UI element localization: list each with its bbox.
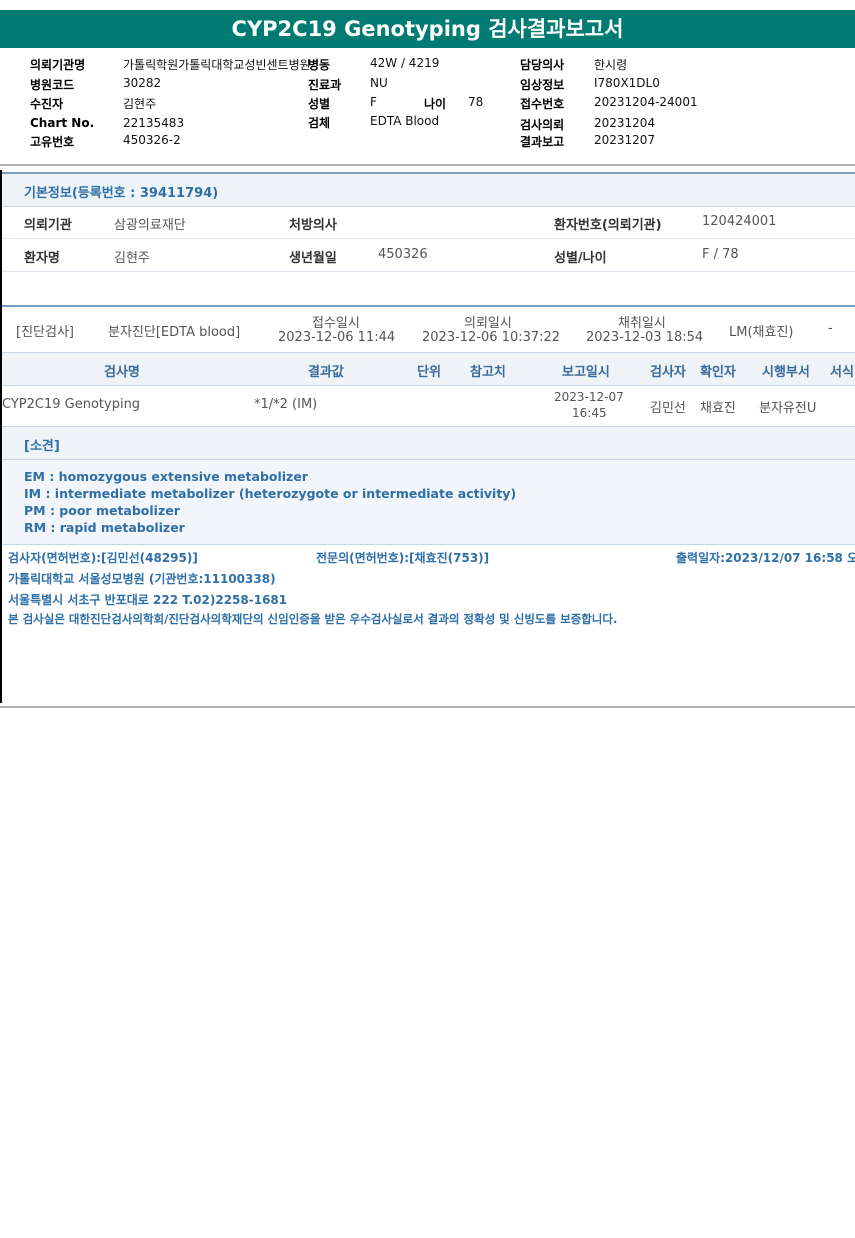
print-date: 출력일자:2023/12/07 16:58 오후	[676, 551, 855, 565]
column-header: 보고일시	[562, 365, 610, 380]
received-value: 2023-12-06 11:44	[278, 330, 396, 345]
column-header: 서식	[830, 365, 854, 380]
header-value: 78	[468, 95, 484, 109]
finding-line: RM : rapid metabolizer	[24, 520, 185, 535]
specialist-license: 전문의(면허번호):[채효진(753)]	[316, 551, 490, 565]
header-label: 임상정보	[520, 78, 565, 92]
tester: 김민선	[650, 401, 686, 416]
result-value: *1/*2 (IM)	[254, 397, 318, 412]
tester-license: 검사자(면허번호):[김민선(48295)]	[8, 551, 198, 565]
info-label: 의뢰기관	[24, 218, 72, 233]
info-label: 처방의사	[289, 218, 337, 233]
header-value: 20231204	[594, 116, 656, 130]
header-value: 가톨릭학원가톨릭대학교성빈센트병원	[123, 58, 311, 72]
info-label: 생년월일	[289, 251, 337, 266]
collected-label: 채취일시	[618, 316, 666, 331]
header-value: 20231204-24001	[594, 95, 698, 109]
header-value: F	[370, 95, 377, 109]
header-value: EDTA Blood	[370, 114, 440, 128]
info-value: 김현주	[114, 251, 150, 266]
column-header: 결과값	[308, 365, 344, 380]
table-row: CYP2C19 Genotyping *1/*2 (IM) 2023-12-07…	[2, 385, 855, 427]
department: 분자유전U	[759, 401, 817, 416]
header-label: 담당의사	[520, 58, 565, 72]
basic-info-row: 환자명 김현주 생년월일 450326 성별/나이 F / 78	[2, 239, 855, 272]
test-name: CYP2C19 Genotyping	[2, 397, 141, 412]
info-value: 삼광의료재단	[114, 218, 186, 233]
header-label: 검사의뢰	[520, 118, 565, 132]
finding-line: EM : homozygous extensive metabolizer	[24, 469, 308, 484]
header-info: 의뢰기관명 가톨릭학원가톨릭대학교성빈센트병원 병원코드 30282 수진자 김…	[0, 55, 855, 155]
hospital-address: 서울특별시 서초구 반포대로 222 T.02)2258-1681	[8, 593, 288, 607]
header-value: I780X1DL0	[594, 76, 660, 90]
divider	[0, 706, 855, 708]
column-header: 시행부서	[762, 365, 810, 380]
requested-label: 의뢰일시	[464, 316, 512, 331]
header-value: 22135483	[123, 116, 185, 130]
hospital-info: 가톨릭대학교 서울성모병원 (기관번호:11100338)	[8, 572, 276, 586]
column-header: 참고치	[470, 365, 506, 380]
report-time: 16:45	[572, 406, 607, 420]
info-label: 성별/나이	[554, 251, 607, 266]
header-value: 30282	[123, 76, 162, 90]
header-label: 고유번호	[30, 135, 75, 149]
findings-header: [소견]	[2, 427, 855, 460]
basic-info-title: 기본정보(등록번호 : 39411794)	[24, 186, 219, 201]
divider	[0, 164, 855, 166]
exam-category: [진단검사]	[16, 325, 74, 340]
header-label: Chart No.	[30, 116, 95, 130]
header-label: 병원코드	[30, 78, 75, 92]
report-date: 2023-12-07	[554, 390, 624, 404]
column-header: 확인자	[700, 365, 736, 380]
lm-name: LM(채효진)	[729, 325, 794, 340]
header-label: 검체	[308, 116, 331, 130]
column-header: 검사자	[650, 365, 686, 380]
result-table-header: 검사명 결과값 단위 참고치 보고일시 검사자 확인자 시행부서 서식	[2, 352, 855, 386]
info-label: 환자명	[24, 251, 60, 266]
column-header: 검사명	[104, 365, 140, 380]
header-value: 김현주	[123, 97, 157, 111]
header-label: 접수번호	[520, 97, 565, 111]
basic-info-header: 기본정보(등록번호 : 39411794)	[2, 172, 855, 207]
certification-note: 본 검사실은 대한진단검사의학회/진단검사의학재단의 신임인증을 받은 우수검사…	[8, 612, 618, 626]
header-value: 20231207	[594, 133, 656, 147]
header-label: 성별	[308, 97, 331, 111]
findings-title: [소견]	[24, 439, 60, 454]
info-value: 450326	[378, 247, 428, 262]
report-title: CYP2C19 Genotyping 검사결과보고서	[0, 10, 855, 48]
dash: -	[828, 321, 833, 336]
requested-value: 2023-12-06 10:37:22	[422, 330, 561, 345]
basic-info-row: 의뢰기관 삼광의료재단 처방의사 환자번호(의뢰기관) 120424001	[2, 206, 855, 239]
findings-body: EM : homozygous extensive metabolizer IM…	[2, 460, 855, 545]
header-label: 결과보고	[520, 135, 565, 149]
header-label: 진료과	[308, 78, 342, 92]
finding-line: PM : poor metabolizer	[24, 503, 180, 518]
header-label: 병동	[308, 58, 331, 72]
info-label: 환자번호(의뢰기관)	[554, 218, 662, 233]
finding-line: IM : intermediate metabolizer (heterozyg…	[24, 486, 517, 501]
collected-value: 2023-12-03 18:54	[586, 330, 704, 345]
header-label: 의뢰기관명	[30, 58, 86, 72]
received-label: 접수일시	[312, 316, 360, 331]
header-value: 한시령	[594, 58, 628, 72]
header-value: 450326-2	[123, 133, 181, 147]
verifier: 채효진	[700, 401, 736, 416]
info-value: F / 78	[702, 247, 739, 262]
header-value: NU	[370, 76, 388, 90]
header-label: 나이	[424, 97, 447, 111]
info-value: 120424001	[702, 214, 777, 229]
exam-summary-row: [진단검사] 분자진단[EDTA blood] 접수일시 2023-12-06 …	[2, 305, 855, 353]
column-header: 단위	[417, 365, 441, 380]
exam-type: 분자진단[EDTA blood]	[108, 325, 241, 340]
header-value: 42W / 4219	[370, 56, 440, 70]
header-label: 수진자	[30, 97, 64, 111]
